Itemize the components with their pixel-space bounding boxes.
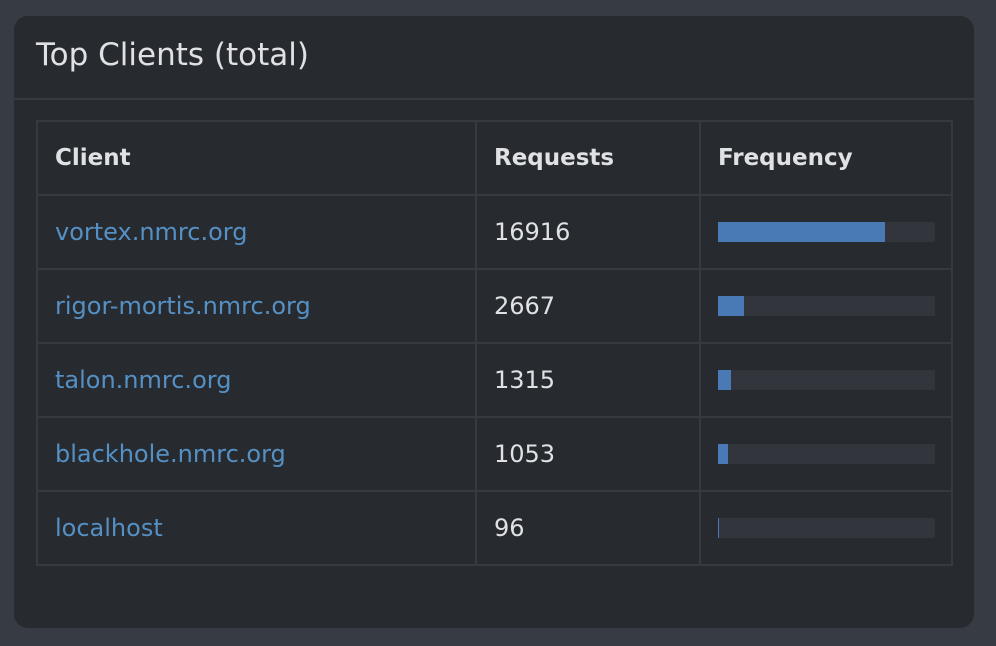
table-row: vortex.nmrc.org 16916 <box>36 194 953 270</box>
client-link[interactable]: vortex.nmrc.org <box>55 218 247 246</box>
frequency-bar <box>718 222 935 242</box>
frequency-cell <box>699 268 953 344</box>
frequency-bar <box>718 296 935 316</box>
table-row: rigor-mortis.nmrc.org 2667 <box>36 268 953 344</box>
client-link[interactable]: blackhole.nmrc.org <box>55 440 286 468</box>
frequency-bar-fill <box>718 444 729 464</box>
table-header-row: Client Requests Frequency <box>36 120 953 196</box>
table-row: blackhole.nmrc.org 1053 <box>36 416 953 492</box>
client-link[interactable]: talon.nmrc.org <box>55 366 231 394</box>
frequency-bar <box>718 518 935 538</box>
client-link[interactable]: rigor-mortis.nmrc.org <box>55 292 311 320</box>
requests-cell: 1315 <box>475 342 701 418</box>
frequency-bar-fill <box>718 296 745 316</box>
table-row: talon.nmrc.org 1315 <box>36 342 953 418</box>
table-row: localhost 96 <box>36 490 953 566</box>
frequency-bar-fill <box>718 222 886 242</box>
requests-cell: 16916 <box>475 194 701 270</box>
frequency-bar <box>718 444 935 464</box>
panel-header: Top Clients (total) <box>14 16 974 100</box>
column-header-frequency[interactable]: Frequency <box>699 120 953 196</box>
client-cell: localhost <box>36 490 477 566</box>
frequency-cell <box>699 342 953 418</box>
client-cell: talon.nmrc.org <box>36 342 477 418</box>
frequency-cell <box>699 416 953 492</box>
frequency-cell <box>699 490 953 566</box>
client-cell: rigor-mortis.nmrc.org <box>36 268 477 344</box>
frequency-bar-fill <box>718 518 719 538</box>
frequency-cell <box>699 194 953 270</box>
requests-cell: 96 <box>475 490 701 566</box>
column-header-requests[interactable]: Requests <box>475 120 701 196</box>
clients-table-container: Client Requests Frequency vortex.nmrc.or… <box>36 120 953 566</box>
frequency-bar <box>718 370 935 390</box>
frequency-bar-fill <box>718 370 732 390</box>
client-cell: vortex.nmrc.org <box>36 194 477 270</box>
top-clients-panel: Top Clients (total) Client Requests Freq… <box>14 16 974 628</box>
clients-table: Client Requests Frequency vortex.nmrc.or… <box>36 120 953 566</box>
requests-cell: 2667 <box>475 268 701 344</box>
client-cell: blackhole.nmrc.org <box>36 416 477 492</box>
column-header-client[interactable]: Client <box>36 120 477 196</box>
client-link[interactable]: localhost <box>55 514 163 542</box>
panel-title: Top Clients (total) <box>36 37 309 73</box>
requests-cell: 1053 <box>475 416 701 492</box>
